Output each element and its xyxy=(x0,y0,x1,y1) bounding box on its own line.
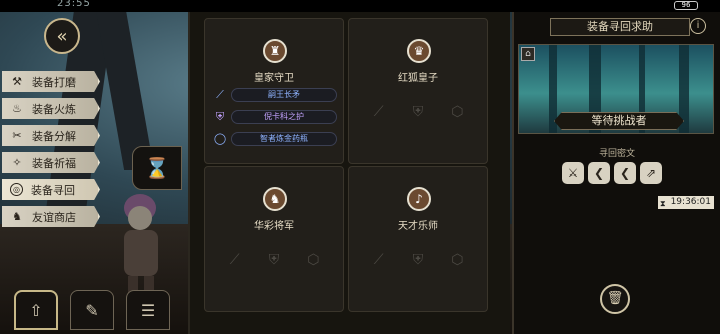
ring-icon: ◯ xyxy=(213,132,227,145)
upload-tab-button[interactable]: ⇧ xyxy=(14,290,58,330)
hero-card[interactable]: ♪ 天才乐师 ⟋ ⛨ ⬡ xyxy=(348,166,488,312)
hero-name: 红狐皇子 xyxy=(398,73,438,84)
status-banner: 等待挑战者 xyxy=(554,112,684,130)
menu-item-1[interactable]: ♨ 装备火炼 xyxy=(2,98,100,119)
recover-panel: 装备寻回求助 i ⌂ 等待挑战者 寻回密文 ⚔ ❮ ❮ ⇗ ⧗ 19:36:01 🗑 xyxy=(512,12,720,334)
spear-icon: ⟋ xyxy=(216,88,224,101)
menu-item-4[interactable]: ◎ 装备寻回 xyxy=(2,179,100,200)
hammer-icon: ⚒ xyxy=(12,75,22,88)
hero-card[interactable]: ♜ 皇家守卫 ⟋ 嗣王长矛 ⛨ 倪卡科之护 ◯ 智者炼金药瓶 xyxy=(204,18,344,164)
rune-row: ⚔ ❮ ❮ ⇗ xyxy=(562,162,662,184)
menu-item-label: 装备寻回 xyxy=(31,183,75,197)
rune-glyph-icon: ❮ xyxy=(614,162,636,184)
blessing-icon: ✧ xyxy=(12,156,22,169)
recover-panel-title: 装备寻回求助 xyxy=(550,18,690,36)
rune-glyph-icon: ⇗ xyxy=(640,162,662,184)
battery-indicator: 96 xyxy=(674,1,698,10)
equipment-slot[interactable]: ◯ 智者炼金药瓶 xyxy=(213,131,337,147)
rune-glyph-icon: ❮ xyxy=(588,162,610,184)
equipment-slot[interactable]: ⟋ 嗣王长矛 xyxy=(213,87,337,103)
menu-item-3[interactable]: ✧ 装备祈福 xyxy=(2,152,100,173)
flame-icon: ♨ xyxy=(12,102,22,115)
menu-item-0[interactable]: ⚒ 装备打磨 xyxy=(2,71,100,92)
weapon-slot-icon[interactable]: ⟋ xyxy=(370,251,388,269)
raccoon-mascot xyxy=(124,194,158,296)
list-icon: ☰ xyxy=(140,300,156,320)
hourglass-icon: ⧗ xyxy=(660,199,666,208)
menu-item-label: 友谊商店 xyxy=(32,210,76,224)
countdown-timer: ⧗ 19:36:01 xyxy=(658,196,714,209)
menu-item-2[interactable]: ✂ 装备分解 xyxy=(2,125,100,146)
menu-item-label: 装备分解 xyxy=(32,129,76,143)
armor-slot-icon[interactable]: ⛨ xyxy=(265,251,283,269)
info-icon: i xyxy=(696,20,700,31)
hero-name: 华彩将军 xyxy=(254,221,294,232)
fox-shop-icon: ♞ xyxy=(12,210,22,223)
hero-avatar: ♞ xyxy=(263,187,287,211)
rune-glyph-icon: ⚔ xyxy=(562,162,584,184)
recover-icon: ◎ xyxy=(10,183,23,196)
armor-slot-icon[interactable]: ⛨ xyxy=(409,103,427,121)
empty-slot-row: ⟋ ⛨ ⬡ xyxy=(359,103,477,121)
hero-grid: ♜ 皇家守卫 ⟋ 嗣王长矛 ⛨ 倪卡科之护 ◯ 智者炼金药瓶 ♛ 红狐皇子 ⟋ ⛨ ⬡ ♞ 华彩将军 ⟋ ⛨ ⬡ ♪… xyxy=(188,12,510,334)
upload-arrow-icon: ⇧ xyxy=(29,300,43,320)
empty-slot-row: ⟋ ⛨ ⬡ xyxy=(359,251,477,269)
empty-slot-row: ⟋ ⛨ ⬡ xyxy=(215,251,333,269)
equipment-name: 智者炼金药瓶 xyxy=(231,132,337,146)
hero-card[interactable]: ♞ 华彩将军 ⟋ ⛨ ⬡ xyxy=(204,166,344,312)
weapon-slot-icon[interactable]: ⟋ xyxy=(370,103,388,121)
equipment-slot[interactable]: ⛨ 倪卡科之护 xyxy=(213,109,337,125)
accessory-slot-icon[interactable]: ⬡ xyxy=(448,251,466,269)
equipment-name: 倪卡科之护 xyxy=(231,110,337,124)
accessory-slot-icon[interactable]: ⬡ xyxy=(304,251,322,269)
accessory-slot-icon[interactable]: ⬡ xyxy=(448,103,466,121)
menu-item-label: 装备祈福 xyxy=(32,156,76,170)
armor-icon: ⛨ xyxy=(215,110,225,123)
map-icon: ⌂ xyxy=(521,47,535,61)
delete-button[interactable]: 🗑 xyxy=(600,284,630,314)
status-clock: 23:55 xyxy=(57,0,91,9)
rune-label: 寻回密文 xyxy=(598,149,635,159)
menu-item-label: 装备打磨 xyxy=(32,75,76,89)
hero-avatar: ♪ xyxy=(407,187,431,211)
info-button[interactable]: i xyxy=(690,18,706,34)
equipment-menu: ⚒ 装备打磨 ♨ 装备火炼 ✂ 装备分解 ✧ 装备祈福 ◎ 装备寻回 ♞ 友谊商店 xyxy=(2,71,100,233)
hero-avatar: ♜ xyxy=(263,39,287,63)
trash-icon: 🗑 xyxy=(606,291,624,306)
back-arrow-icon: « xyxy=(56,25,68,47)
hero-card[interactable]: ♛ 红狐皇子 ⟋ ⛨ ⬡ xyxy=(348,18,488,164)
timer-text: 19:36:01 xyxy=(670,197,711,207)
menu-item-label: 装备火炼 xyxy=(32,102,76,116)
hero-name: 天才乐师 xyxy=(398,221,438,232)
feather-tab-button[interactable]: ✎ xyxy=(70,290,114,330)
feather-icon: ✎ xyxy=(85,300,99,320)
hourglass-icon: ⌛ xyxy=(144,156,170,180)
menu-item-5[interactable]: ♞ 友谊商店 xyxy=(2,206,100,227)
weapon-slot-icon[interactable]: ⟋ xyxy=(226,251,244,269)
equipment-name: 嗣王长矛 xyxy=(231,88,337,102)
split-icon: ✂ xyxy=(12,129,22,142)
back-button[interactable]: « xyxy=(44,18,80,54)
armor-slot-icon[interactable]: ⛨ xyxy=(409,251,427,269)
list-tab-button[interactable]: ☰ xyxy=(126,290,170,330)
hero-avatar: ♛ xyxy=(407,39,431,63)
hero-name: 皇家守卫 xyxy=(254,73,294,84)
system-status-bar: 23:55 96 xyxy=(0,0,720,12)
